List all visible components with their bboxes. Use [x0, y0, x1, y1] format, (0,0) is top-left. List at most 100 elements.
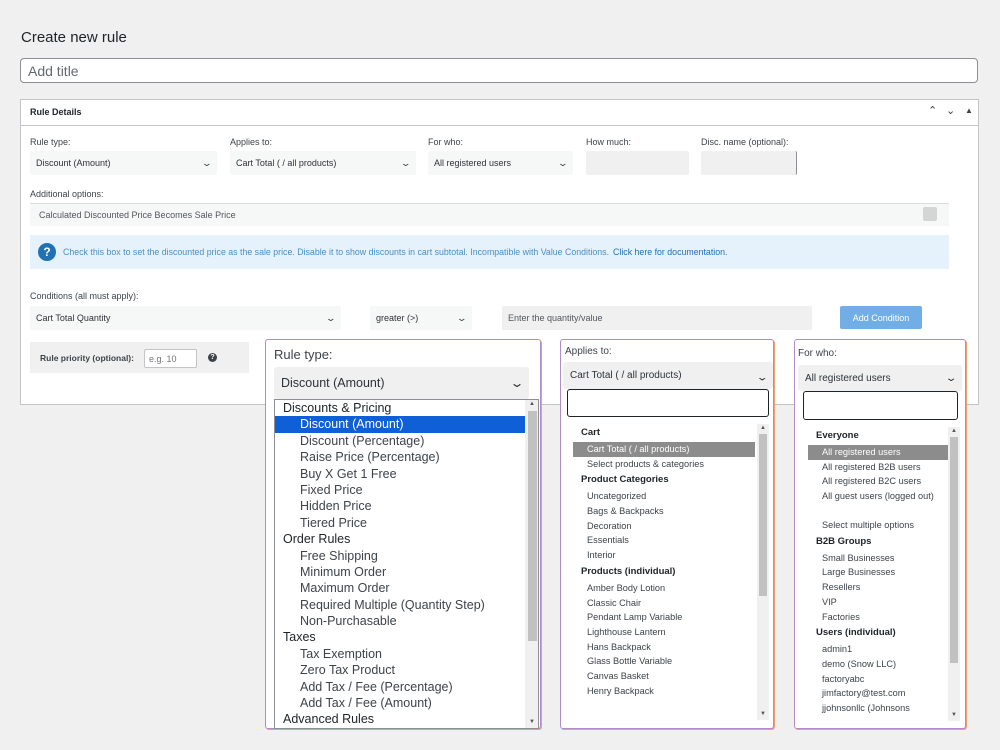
- option-item[interactable]: Henry Backpack: [573, 684, 755, 699]
- option-item[interactable]: Interior: [573, 548, 755, 563]
- rule-type-listbox[interactable]: Discounts & Pricing Discount (Amount) Disc…: [274, 399, 539, 729]
- help-icon[interactable]: ?: [208, 353, 217, 362]
- option-item[interactable]: Tax Exemption: [275, 646, 525, 662]
- scroll-up-icon[interactable]: ▲: [525, 400, 538, 408]
- option-item[interactable]: Lighthouse Lantern: [573, 625, 755, 640]
- scrollbar[interactable]: ▲ ▼: [757, 424, 769, 720]
- for-who-value: All registered users: [434, 158, 512, 168]
- option-group-label: Order Rules: [283, 532, 351, 547]
- scrollbar-thumb[interactable]: [950, 437, 958, 663]
- option-item[interactable]: Select products & categories: [573, 457, 755, 472]
- option-item[interactable]: Glass Bottle Variable: [573, 654, 755, 669]
- option-group-label: Products (individual): [581, 565, 676, 577]
- option-item[interactable]: Fixed Price: [275, 482, 525, 498]
- option-item[interactable]: Pendant Lamp Variable: [573, 610, 755, 625]
- option-item[interactable]: Amber Body Lotion: [573, 581, 755, 596]
- option-item[interactable]: Required Multiple (Quantity Step): [275, 597, 525, 613]
- applies-to-search-input[interactable]: [567, 389, 769, 417]
- rule-type-label: Rule type:: [30, 137, 71, 147]
- condition-value-input[interactable]: Enter the quantity/value: [502, 306, 812, 330]
- option-item[interactable]: All registered users: [808, 445, 948, 460]
- chevron-down-icon: ⌄: [557, 157, 569, 168]
- option-item[interactable]: Add Tax / Fee (Percentage): [275, 679, 525, 695]
- option-item[interactable]: Discount (Amount): [275, 416, 525, 433]
- scrollbar[interactable]: ▲ ▼: [948, 427, 960, 721]
- disc-name-input[interactable]: [701, 151, 797, 175]
- option-item[interactable]: Bags & Backpacks: [573, 504, 755, 519]
- option-item[interactable]: Hans Backpack: [573, 640, 755, 655]
- condition-operator-select[interactable]: greater (>) ⌄: [370, 306, 472, 330]
- scroll-down-icon[interactable]: ▼: [525, 718, 538, 726]
- for-who-select[interactable]: All registered users ⌄: [428, 151, 573, 175]
- option-item[interactable]: Canvas Basket: [573, 669, 755, 684]
- overlay-rule-type-label: Rule type:: [274, 347, 333, 362]
- title-input[interactable]: [20, 58, 978, 83]
- how-much-input[interactable]: [586, 151, 689, 175]
- for-who-options[interactable]: Everyone All registered users All register…: [808, 427, 960, 721]
- option-item[interactable]: Maximum Order: [275, 580, 525, 596]
- overlay-rule-type-select[interactable]: Discount (Amount) ⌄: [274, 367, 529, 399]
- scrollbar-thumb[interactable]: [527, 411, 537, 641]
- option-item[interactable]: factoryabc: [808, 672, 948, 687]
- move-up-icon[interactable]: ⌃: [928, 104, 937, 118]
- move-down-icon[interactable]: ⌄: [946, 104, 955, 118]
- option-item[interactable]: Cart Total ( / all products): [573, 442, 755, 457]
- option-item[interactable]: All guest users (logged out): [808, 489, 948, 518]
- option-item[interactable]: Non-Purchasable: [275, 613, 525, 629]
- scrollbar[interactable]: ▲ ▼: [525, 400, 538, 728]
- option-item[interactable]: Add Tax / Fee (Amount): [275, 695, 525, 711]
- conditions-label: Conditions (all must apply):: [30, 291, 139, 301]
- option-item[interactable]: Hidden Price: [275, 498, 525, 514]
- option-item[interactable]: Discount (Percentage): [275, 433, 525, 449]
- applies-to-select[interactable]: Cart Total ( / all products) ⌄: [230, 151, 416, 175]
- overlay-applies-to-select[interactable]: Cart Total ( / all products) ⌃: [563, 362, 773, 389]
- chevron-down-icon: ⌄: [325, 312, 337, 323]
- option-item[interactable]: admin1: [808, 642, 948, 657]
- condition-field-select[interactable]: Cart Total Quantity ⌄: [30, 306, 341, 330]
- option-item[interactable]: jjohnsonllc (Johnsons: [808, 701, 948, 716]
- option-group-label: Advanced Rules: [283, 712, 375, 727]
- scroll-down-icon[interactable]: ▼: [948, 711, 960, 719]
- chevron-down-icon: ⌄: [201, 157, 213, 168]
- option-item[interactable]: Select multiple options: [808, 518, 948, 533]
- option-item[interactable]: All registered B2B users: [808, 460, 948, 475]
- scroll-up-icon[interactable]: ▲: [757, 424, 769, 432]
- option-item[interactable]: Classic Chair: [573, 596, 755, 611]
- option-group-label: Cart: [581, 427, 601, 438]
- option-item[interactable]: Zero Tax Product: [275, 662, 525, 678]
- option-group-label: B2B Groups: [816, 535, 872, 547]
- applies-to-options[interactable]: Cart Cart Total ( / all products) Select p…: [573, 424, 769, 720]
- overlay-for-who-select[interactable]: All registered users ⌄: [798, 365, 962, 391]
- option-item[interactable]: Raise Price (Percentage): [275, 449, 525, 465]
- option-item[interactable]: demo (Snow LLC): [808, 657, 948, 672]
- question-icon: ?: [38, 243, 56, 261]
- sale-price-checkbox[interactable]: [923, 207, 937, 221]
- rule-type-select[interactable]: Discount (Amount) ⌄: [30, 151, 217, 175]
- option-item[interactable]: Factories: [808, 610, 948, 625]
- option-item[interactable]: All registered B2C users: [808, 474, 948, 489]
- option-item[interactable]: Decoration: [573, 519, 755, 534]
- option-item[interactable]: Uncategorized: [573, 489, 755, 504]
- option-item[interactable]: Free Shipping: [275, 548, 525, 564]
- priority-input[interactable]: [144, 349, 197, 368]
- option-item[interactable]: jimfactory@test.com: [808, 686, 948, 701]
- documentation-link[interactable]: Click here for documentation.: [613, 247, 727, 257]
- option-item[interactable]: Minimum Order: [275, 564, 525, 580]
- scrollbar-thumb[interactable]: [759, 434, 767, 596]
- overlay-applies-to-label: Applies to:: [565, 346, 612, 357]
- option-item[interactable]: Tiered Price: [275, 515, 525, 531]
- option-item[interactable]: Small Businesses: [808, 551, 948, 566]
- collapse-toggle-icon[interactable]: ▲: [965, 104, 973, 118]
- chevron-down-icon: ⌄: [400, 157, 412, 168]
- option-item[interactable]: Resellers: [808, 580, 948, 595]
- option-group-label: Taxes: [283, 630, 316, 645]
- option-item[interactable]: Essentials: [573, 533, 755, 548]
- scroll-down-icon[interactable]: ▼: [757, 710, 769, 718]
- option-item[interactable]: Buy X Get 1 Free: [275, 466, 525, 482]
- scroll-up-icon[interactable]: ▲: [948, 427, 960, 435]
- for-who-search-input[interactable]: [803, 391, 958, 420]
- option-item[interactable]: Large Businesses: [808, 565, 948, 580]
- add-condition-button[interactable]: Add Condition: [840, 306, 922, 329]
- option-item[interactable]: VIP: [808, 595, 948, 610]
- how-much-label: How much:: [586, 137, 632, 147]
